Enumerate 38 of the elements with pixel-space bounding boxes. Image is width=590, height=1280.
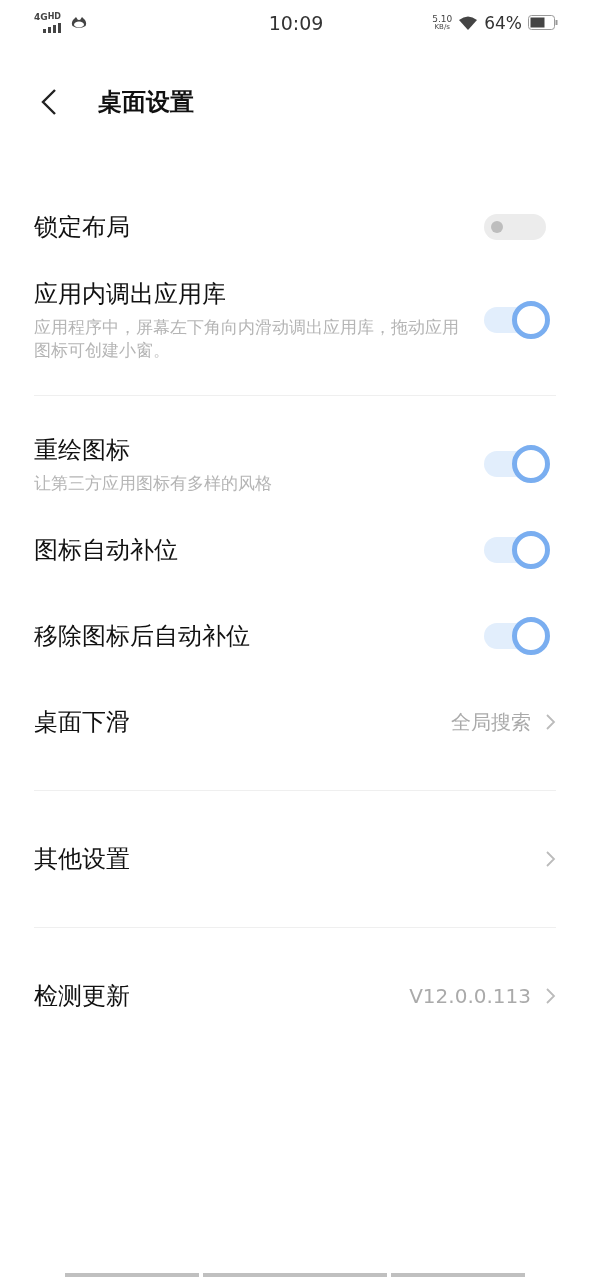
setting-label: 桌面下滑 bbox=[34, 707, 131, 738]
toggle-switch[interactable] bbox=[484, 301, 550, 339]
toggle-switch[interactable] bbox=[484, 445, 550, 483]
setting-label: 其他设置 bbox=[34, 844, 131, 875]
clock: 10:09 bbox=[267, 11, 325, 34]
cat-head-icon bbox=[71, 16, 87, 29]
setting-label: 图标自动补位 bbox=[34, 535, 179, 566]
back-button[interactable] bbox=[40, 87, 58, 117]
setting-description: 让第三方应用图标有多样的风格 bbox=[34, 471, 273, 495]
settings-row[interactable]: 移除图标后自动补位 bbox=[0, 593, 590, 679]
signal-icon bbox=[43, 22, 61, 33]
setting-label: 移除图标后自动补位 bbox=[34, 621, 251, 652]
wifi-icon bbox=[458, 15, 479, 30]
setting-value: V12.0.0.113 bbox=[409, 984, 531, 1008]
setting-label: 锁定布局 bbox=[34, 212, 131, 243]
setting-label: 应用内调出应用库 bbox=[34, 279, 227, 310]
settings-row[interactable]: 重绘图标 让第三方应用图标有多样的风格 bbox=[0, 421, 590, 507]
battery-icon bbox=[528, 15, 558, 30]
settings-row[interactable]: 桌面下滑 全局搜索 bbox=[0, 679, 590, 765]
network-type: 4G bbox=[34, 12, 48, 22]
toggle-switch[interactable] bbox=[484, 617, 550, 655]
setting-label: 重绘图标 bbox=[34, 434, 131, 466]
settings-row[interactable]: 其他设置 bbox=[0, 816, 590, 902]
chevron-right-icon bbox=[545, 713, 556, 731]
settings-row[interactable]: 图标自动补位 bbox=[0, 507, 590, 593]
page-title: 桌面设置 bbox=[98, 87, 194, 118]
network-hd-label: HD bbox=[47, 12, 61, 21]
settings-row[interactable]: 检测更新 V12.0.0.113 bbox=[0, 953, 590, 1039]
toggle-switch[interactable] bbox=[484, 531, 550, 569]
settings-row[interactable]: 应用内调出应用库 应用程序中，屏幕左下角向内滑动调出应用库，拖动应用图标可创建小窗。 bbox=[0, 270, 590, 370]
setting-description: 应用程序中，屏幕左下角向内滑动调出应用库，拖动应用图标可创建小窗。 bbox=[34, 316, 460, 362]
settings-row[interactable]: 锁定布局 bbox=[0, 184, 590, 270]
setting-label: 检测更新 bbox=[34, 981, 131, 1012]
chevron-right-icon bbox=[545, 987, 556, 1005]
chevron-right-icon bbox=[545, 850, 556, 868]
battery-percent: 64% bbox=[484, 12, 522, 33]
setting-value: 全局搜索 bbox=[451, 708, 531, 736]
network-speed: 5.10 bbox=[432, 14, 453, 24]
